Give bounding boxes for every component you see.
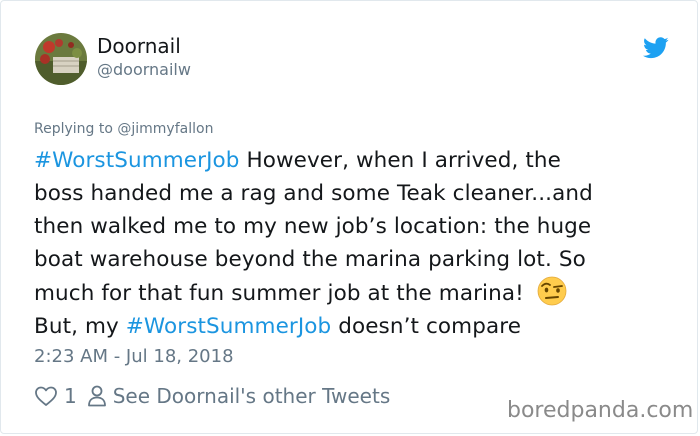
tweet-line-text: But, my	[34, 314, 126, 339]
tweet-actions: 1 See Doornail's other Tweets	[34, 381, 390, 411]
avatar[interactable]	[35, 33, 87, 85]
raised-eyebrow-face-icon	[535, 276, 569, 306]
hashtag-link[interactable]: #WorstSummerJob	[34, 148, 240, 173]
see-other-tweets-link[interactable]: See Doornail's other Tweets	[113, 384, 391, 408]
hashtag-link[interactable]: #WorstSummerJob	[126, 314, 332, 339]
tweet-line: much for that fun summer job at the mari…	[34, 276, 674, 310]
twitter-bird-icon[interactable]	[643, 37, 669, 59]
tweet-line: boat warehouse beyond the marina parking…	[34, 247, 586, 272]
tweet-line-text: However, when I arrived, the	[239, 148, 561, 173]
tweet-line-text: much for that fun summer job at the mari…	[34, 281, 531, 306]
replying-to[interactable]: Replying to @jimmyfallon	[34, 121, 213, 137]
author-handle[interactable]: @doornailw	[97, 60, 191, 79]
watermark: boredpanda.com	[507, 398, 694, 423]
tweet-line: then walked me to my new job’s location:…	[34, 214, 592, 239]
author-display-name[interactable]: Doornail	[97, 34, 181, 58]
like-count: 1	[64, 384, 77, 408]
tweet-line-text: doesn’t compare	[331, 314, 522, 339]
tweet-line: boss handed me a rag and some Teak clean…	[34, 181, 593, 206]
heart-icon[interactable]	[34, 384, 58, 408]
tweet-card: Doornail @doornailw Replying to @jimmyfa…	[0, 0, 698, 434]
person-icon[interactable]	[87, 385, 107, 407]
tweet-line: But, my #WorstSummerJob doesn’t compare	[34, 310, 674, 343]
tweet-line: #WorstSummerJob However, when I arrived,…	[34, 144, 674, 177]
tweet-text: #WorstSummerJob However, when I arrived,…	[34, 144, 674, 343]
tweet-timestamp[interactable]: 2:23 AM - Jul 18, 2018	[34, 346, 234, 367]
